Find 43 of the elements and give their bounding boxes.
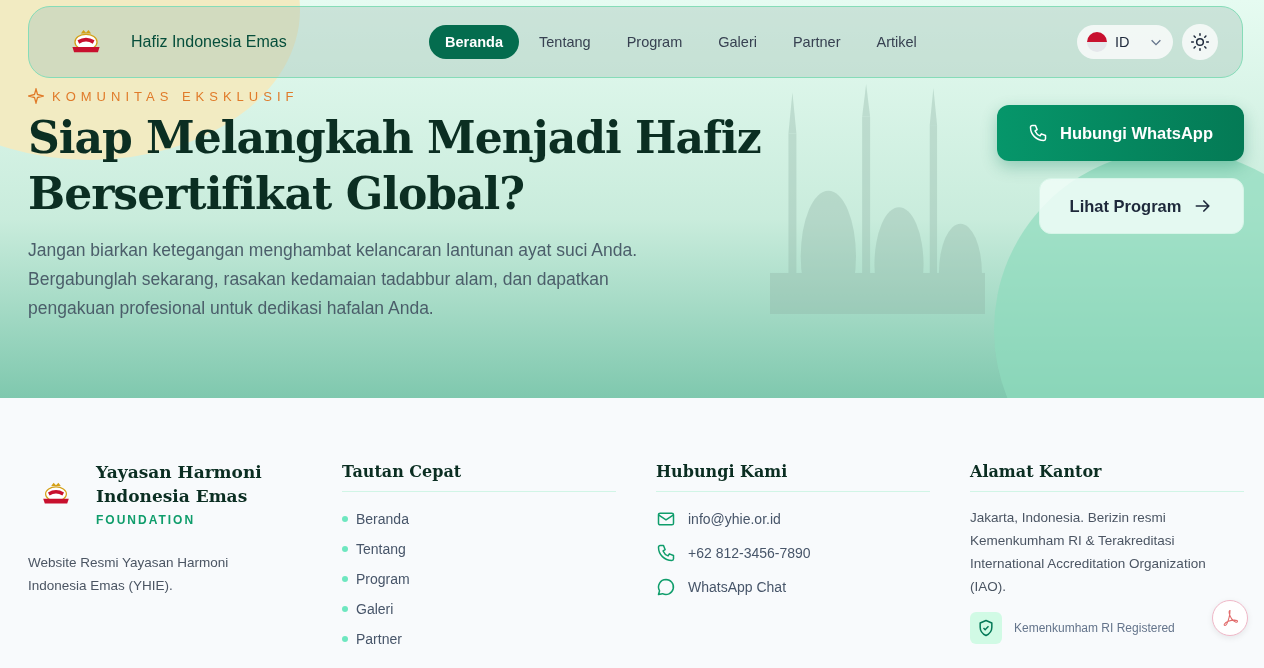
language-selector[interactable]: ID [1077,25,1173,59]
bullet-icon [342,636,348,642]
hero-description: Jangan biarkan ketegangan menghambat kelancaran lantunan ayat suci Anda. Bergabunglah sekarang, rasakan kedamaian tadabbur alam, dan dapatkan pengakuan profesional untuk dedikasi hafalan Anda. [28,239,639,320]
hero-title: Siap Melangkah Menjadi Hafiz Bersertifikat Global? [28,111,762,221]
nav-link[interactable]: Tentang [523,25,607,59]
bullet-icon [342,516,348,522]
nav-link[interactable]: Beranda [429,25,520,59]
bullet-icon [342,576,348,582]
foundation-tagline: FOUNDATION [96,513,197,527]
footer-link[interactable]: Program [356,571,410,587]
program-button[interactable]: Lihat Program [1039,178,1244,234]
nav-link[interactable]: Galeri [702,25,773,59]
phone-icon [656,543,676,563]
mail-icon [656,509,676,529]
bullet-icon [342,546,348,552]
pdf-button[interactable] [1212,600,1248,636]
column-heading: Hubungi Kami [656,460,930,492]
foundation-description: Website Resmi Yayasan Harmoni Indonesia Emas (YHIE). [28,554,230,595]
office-address: Jakarta, Indonesia. Berizin resmi Kemenkumham RI & Terakreditasi International Accreditation Organization (IAO). [970,509,1207,596]
footer-link[interactable]: Beranda [356,511,409,527]
whatsapp-button[interactable]: Hubungi WhatsApp [997,105,1244,161]
sun-icon [1190,32,1210,52]
phone-icon [1027,123,1048,143]
footer-link[interactable]: Galeri [356,601,394,617]
registration-note: Kemenkumham RI Registered [1014,621,1175,635]
contact-link[interactable]: WhatsApp Chat [688,579,787,595]
foundation-name: Yayasan Harmoni Indonesia Emas [96,461,263,508]
bullet-icon [342,606,348,612]
badge-text: KOMUNITAS EKSKLUSIF [52,88,299,104]
nav-link[interactable]: Artikel [860,25,933,59]
chat-bubble-icon [656,577,676,597]
column-heading: Alamat Kantor [970,460,1244,492]
sparkle-icon [28,88,44,104]
shield-icon [970,612,1002,644]
flag-icon [1087,32,1107,52]
contact-link[interactable]: +62 812-3456-7890 [688,545,811,561]
nav-link[interactable]: Program [610,25,699,59]
footer-link[interactable]: Tentang [356,541,406,557]
nav-link[interactable]: Partner [776,25,857,59]
site-title: Hafiz Indonesia Emas [131,33,287,51]
footer-link[interactable]: Partner [356,631,402,647]
contact-link[interactable]: info@yhie.or.id [688,511,781,527]
column-heading: Tautan Cepat [342,460,616,492]
